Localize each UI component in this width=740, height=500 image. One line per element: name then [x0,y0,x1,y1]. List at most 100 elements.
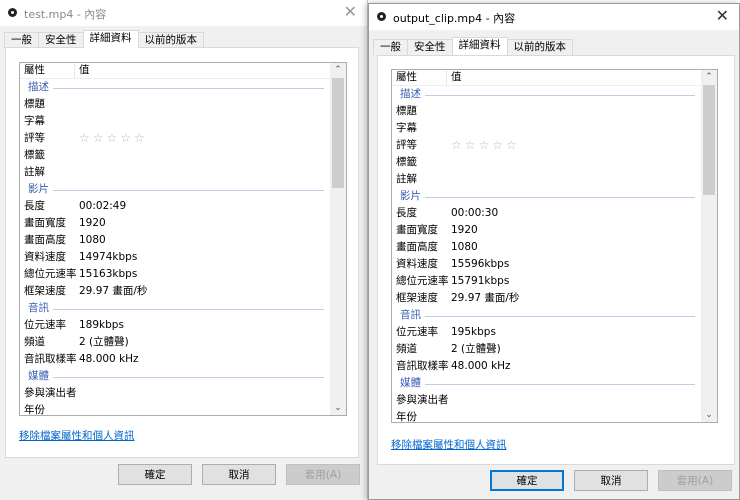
scrollbar-thumb[interactable] [703,85,715,195]
property-row[interactable]: 總位元速率 15791kbps [392,273,717,290]
property-name: 長度 [24,200,45,212]
property-list[interactable]: 屬性 值描述 標題 字幕 評等 ☆☆☆☆☆ 標籤 註解 影片 長度 00:02:49 畫面寬度 1920… [19,62,347,416]
property-row[interactable]: 框架速度 29.97 畫面/秒 [392,290,717,307]
group-header: 影片 [392,188,717,205]
property-row[interactable]: 標題 [392,103,717,120]
property-row[interactable]: 畫面高度 1080 [20,232,346,249]
property-row[interactable]: 註解 [392,171,717,188]
property-value: 15596kbps [451,258,510,270]
close-icon[interactable]: ✕ [716,6,729,25]
property-row[interactable]: 字幕 [392,120,717,137]
property-name: 註解 [396,173,417,185]
property-row[interactable]: 資料速度 14974kbps [20,249,346,266]
property-row[interactable]: 評等 ☆☆☆☆☆ [20,130,346,147]
property-name: 頻道 [396,343,417,355]
remove-properties-link[interactable]: 移除檔案屬性和個人資訊 [19,428,135,443]
property-row[interactable]: 註解 [20,164,346,181]
column-header-property[interactable]: 屬性 [396,70,417,85]
ok-button[interactable]: 確定 [490,470,564,491]
details-panel: 屬性 值描述 標題 字幕 評等 ☆☆☆☆☆ 標籤 註解 影片 長度 00:00:30 畫面寬度 1920… [377,55,735,465]
app-icon [8,8,17,17]
property-row[interactable]: 標籤 [392,154,717,171]
property-value: 1920 [451,224,478,236]
property-row[interactable]: 標題 [20,96,346,113]
property-row[interactable]: 位元速率 195kbps [392,324,717,341]
property-row[interactable]: 參與演出者 [392,392,717,409]
chevron-up-icon[interactable]: ⌃ [330,63,346,77]
rating-stars[interactable]: ☆☆☆☆☆ [79,130,148,147]
remove-properties-link[interactable]: 移除檔案屬性和個人資訊 [391,437,507,452]
property-row[interactable]: 框架速度 29.97 畫面/秒 [20,283,346,300]
property-name: 年份 [396,411,417,423]
scrollbar[interactable]: ⌃ ⌄ [330,63,346,415]
property-value: 29.97 畫面/秒 [79,285,148,297]
property-value: 2 (立體聲) [451,343,501,355]
property-row[interactable]: 音訊取樣率 48.000 kHz [392,358,717,375]
tab-2[interactable]: 詳細資料 [451,37,508,55]
column-header-property[interactable]: 屬性 [24,63,45,78]
property-value: 15791kbps [451,275,510,287]
property-row[interactable]: 畫面寬度 1920 [392,222,717,239]
property-row[interactable]: 字幕 [20,113,346,130]
property-name: 資料速度 [396,258,438,270]
property-row[interactable]: 標籤 [20,147,346,164]
property-row[interactable]: 位元速率 189kbps [20,317,346,334]
cancel-button[interactable]: 取消 [202,464,276,485]
chevron-down-icon[interactable]: ⌄ [330,401,346,415]
property-row[interactable]: 長度 00:00:30 [392,205,717,222]
cancel-button[interactable]: 取消 [574,470,648,491]
column-header-value[interactable]: 值 [451,70,462,85]
properties-dialog-output-clip: output_clip.mp4 - 內容 ✕ 一般 安全性 詳細資料 以前的版本 屬性 值描述… [368,3,740,500]
property-name: 參與演出者 [396,394,449,406]
close-icon[interactable]: ✕ [344,2,357,21]
property-row[interactable]: 參與演出者 [20,385,346,402]
title-bar: output_clip.mp4 - 內容 ✕ [369,4,739,30]
tab-3[interactable]: 以前的版本 [137,32,204,48]
property-row[interactable]: 長度 00:02:49 [20,198,346,215]
property-row[interactable]: 音訊取樣率 48.000 kHz [20,351,346,368]
group-label: 影片 [400,188,425,205]
property-list[interactable]: 屬性 值描述 標題 字幕 評等 ☆☆☆☆☆ 標籤 註解 影片 長度 00:00:30 畫面寬度 1920… [391,69,718,423]
property-row[interactable]: 畫面寬度 1920 [20,215,346,232]
apply-button[interactable]: 套用(A) [286,464,360,485]
apply-button[interactable]: 套用(A) [658,470,732,491]
chevron-down-icon[interactable]: ⌄ [701,408,717,422]
property-row[interactable]: 畫面高度 1080 [392,239,717,256]
property-row[interactable]: 年份 [392,409,717,423]
property-name: 標題 [396,105,417,117]
window-title: test.mp4 - 內容 [24,8,107,21]
property-row[interactable]: 總位元速率 15163kbps [20,266,346,283]
property-name: 畫面高度 [24,234,66,246]
column-divider[interactable] [446,70,447,85]
group-header: 描述 [20,79,346,96]
property-row[interactable]: 頻道 2 (立體聲) [20,334,346,351]
property-row[interactable]: 評等 ☆☆☆☆☆ [392,137,717,154]
property-value: 48.000 kHz [79,353,139,365]
column-divider[interactable] [74,63,75,78]
chevron-up-icon[interactable]: ⌃ [701,70,717,84]
column-header-value[interactable]: 值 [79,63,90,78]
rating-stars[interactable]: ☆☆☆☆☆ [451,137,520,154]
property-value: 14974kbps [79,251,138,263]
tab-1[interactable]: 安全性 [407,39,453,55]
tab-0[interactable]: 一般 [4,32,39,48]
property-value: 15163kbps [79,268,138,280]
property-name: 評等 [24,132,45,144]
tab-1[interactable]: 安全性 [38,32,84,48]
scrollbar-thumb[interactable] [332,78,344,188]
property-row[interactable]: 頻道 2 (立體聲) [392,341,717,358]
property-name: 標題 [24,98,45,110]
tab-0[interactable]: 一般 [373,39,408,55]
tab-3[interactable]: 以前的版本 [506,39,573,55]
property-value: 1080 [79,234,106,246]
group-label: 音訊 [28,300,53,317]
property-row[interactable]: 年份 [20,402,346,415]
ok-button[interactable]: 確定 [118,464,192,485]
property-name: 長度 [396,207,417,219]
property-name: 位元速率 [396,326,438,338]
property-name: 評等 [396,139,417,151]
scrollbar[interactable]: ⌃ ⌄ [701,70,717,422]
tab-2[interactable]: 詳細資料 [82,30,139,48]
property-value: 2 (立體聲) [79,336,129,348]
property-row[interactable]: 資料速度 15596kbps [392,256,717,273]
